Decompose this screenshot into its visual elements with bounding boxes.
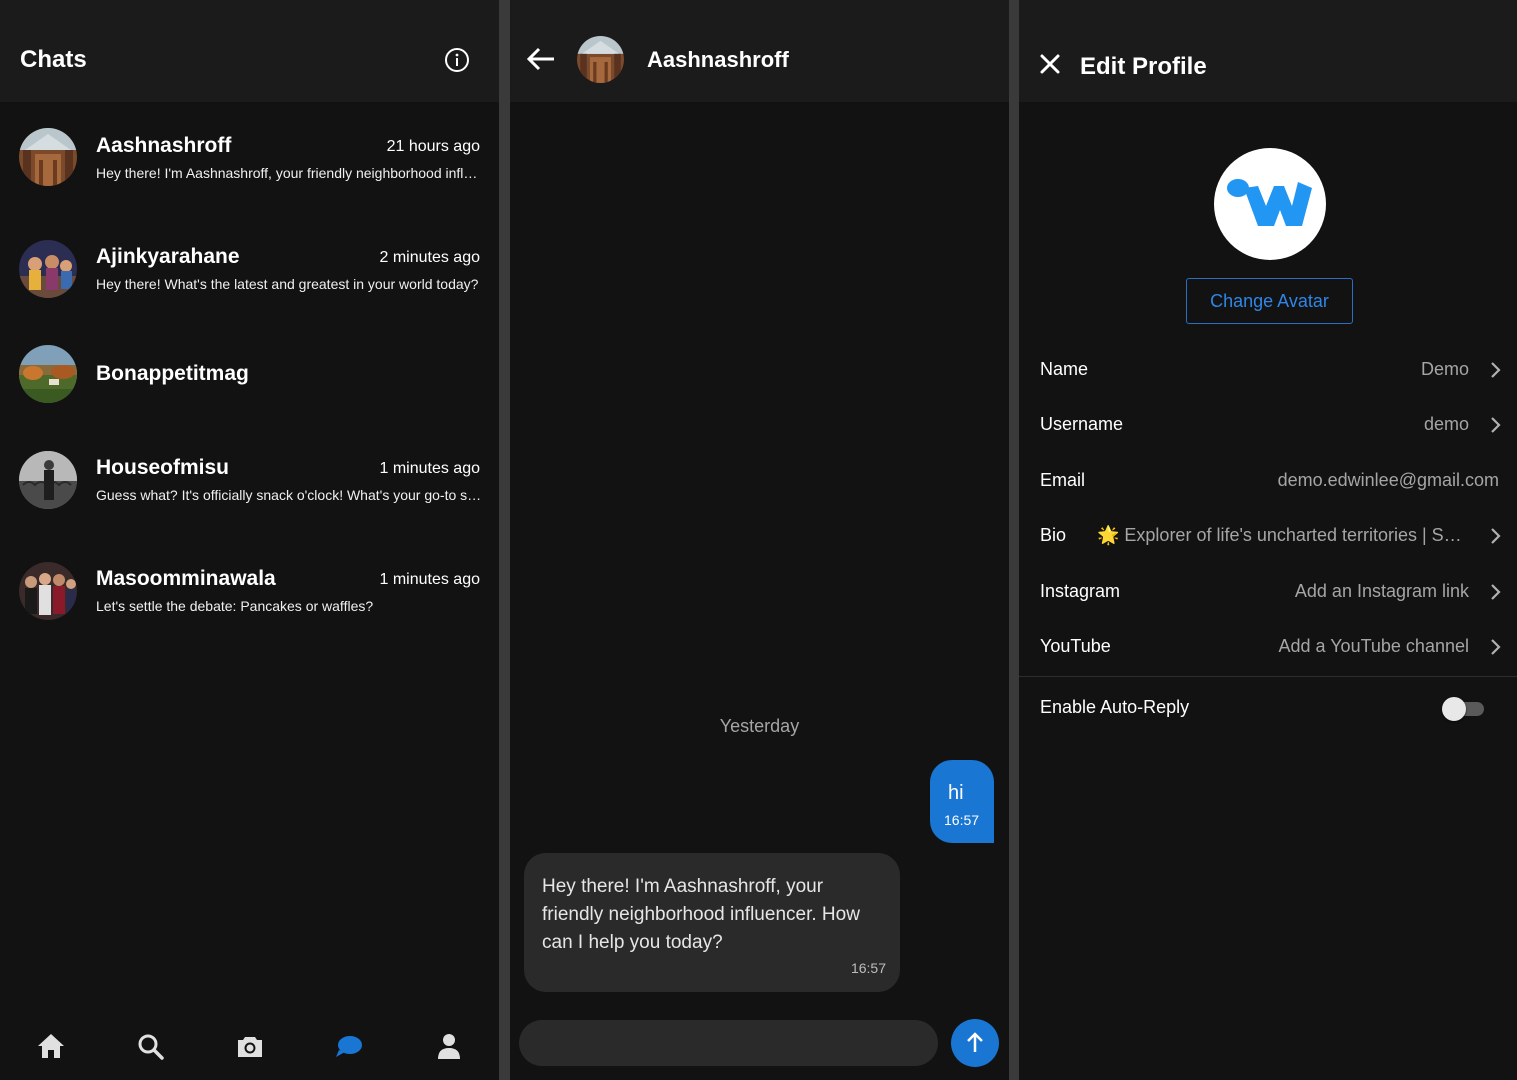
message-text: Hey there! I'm Aashnashroff, your friend… [542, 876, 860, 953]
chevron-right-icon [1491, 362, 1501, 378]
incoming-message: Hey there! I'm Aashnashroff, your friend… [524, 853, 900, 992]
profile-field-name[interactable]: Name Demo [1019, 343, 1517, 398]
field-label: Bio [1040, 525, 1067, 545]
avatar [19, 128, 77, 186]
field-value: Add an Instagram link [1294, 581, 1469, 601]
avatar [19, 345, 77, 403]
close-icon[interactable] [1039, 53, 1061, 75]
chevron-right-icon [1491, 417, 1501, 433]
field-value: demo [1423, 414, 1469, 434]
edit-profile-header: Edit Profile [1019, 0, 1517, 102]
chat-time: 1 minutes ago [379, 571, 480, 588]
divider [1019, 676, 1517, 677]
conversation-title: Aashnashroff [647, 47, 789, 72]
field-label: Username [1040, 414, 1124, 434]
chat-preview: Hey there! I'm Aashnashroff, your friend… [96, 165, 482, 181]
send-button[interactable] [951, 1019, 999, 1067]
field-label: Instagram [1040, 581, 1121, 601]
day-separator: Yesterday [719, 716, 800, 736]
chat-preview: Guess what? It's officially snack o'cloc… [96, 487, 482, 503]
outgoing-message: hi 16:57 [930, 760, 994, 843]
chats-header: Chats [0, 0, 499, 102]
chevron-right-icon [1491, 639, 1501, 655]
app-logo-icon [1227, 179, 1312, 226]
field-label: Name [1040, 359, 1089, 379]
avatar[interactable] [577, 36, 624, 83]
info-icon[interactable] [444, 47, 470, 73]
back-arrow-icon[interactable] [526, 45, 556, 73]
page-title: Chats [20, 46, 87, 73]
edit-profile-panel: Edit Profile Change Avatar Name Demo Use… [1019, 0, 1517, 1080]
chat-name: Masoomminawala [96, 567, 276, 590]
profile-field-email: Email demo.edwinlee@gmail.com [1019, 454, 1517, 509]
field-value: Demo [1420, 359, 1469, 379]
chevron-right-icon [1491, 584, 1501, 600]
profile-field-bio[interactable]: Bio 🌟 Explorer of life's uncharted terri… [1019, 509, 1517, 564]
avatar [19, 451, 77, 509]
conversation-header: Aashnashroff [510, 0, 1009, 102]
chat-list-item[interactable]: Aashnashroff 21 hours ago Hey there! I'm… [0, 108, 499, 208]
auto-reply-label: Enable Auto-Reply [1040, 697, 1190, 717]
chat-list-item[interactable]: Houseofmisu 1 minutes ago Guess what? It… [0, 430, 499, 530]
chat-name: Ajinkyarahane [96, 245, 240, 268]
field-value: demo.edwinlee@gmail.com [1277, 470, 1499, 490]
chat-list-item[interactable]: Masoomminawala 1 minutes ago Let's settl… [0, 541, 499, 641]
message-time: 16:57 [944, 812, 980, 828]
chat-list-item[interactable]: Bonappetitmag [0, 325, 499, 425]
page-title: Edit Profile [1080, 53, 1207, 80]
profile-icon[interactable] [433, 1030, 465, 1062]
chat-time: 2 minutes ago [379, 249, 480, 266]
field-label: Email [1040, 470, 1086, 490]
chat-preview: Hey there! What's the latest and greates… [96, 276, 479, 292]
avatar [19, 240, 77, 298]
chat-name: Houseofmisu [96, 456, 230, 479]
profile-avatar[interactable] [1214, 148, 1326, 260]
bottom-navigation [0, 1018, 499, 1080]
chat-preview: Let's settle the debate: Pancakes or waf… [96, 598, 374, 614]
change-avatar-button[interactable]: Change Avatar [1186, 278, 1353, 324]
chat-time: 21 hours ago [386, 138, 480, 155]
home-icon[interactable] [35, 1030, 67, 1062]
profile-field-youtube[interactable]: YouTube Add a YouTube channel [1019, 620, 1517, 675]
chats-panel: Chats Aashnashroff 21 hours ago Hey ther… [0, 0, 499, 1080]
chat-list-item[interactable]: Ajinkyarahane 2 minutes ago Hey there! W… [0, 219, 499, 319]
profile-field-instagram[interactable]: Instagram Add an Instagram link [1019, 565, 1517, 620]
avatar [19, 562, 77, 620]
chat-name: Bonappetitmag [96, 362, 249, 385]
chat-name: Aashnashroff [96, 134, 232, 157]
message-time: 16:57 [850, 960, 886, 976]
camera-icon[interactable] [234, 1030, 266, 1062]
message-text: hi [948, 782, 964, 804]
message-input[interactable] [519, 1020, 938, 1066]
profile-field-username[interactable]: Username demo [1019, 398, 1517, 453]
toggle-knob [1442, 697, 1466, 721]
arrow-up-icon [967, 1032, 983, 1052]
field-value: 🌟 Explorer of life's uncharted territori… [1097, 525, 1469, 545]
chat-time: 1 minutes ago [379, 460, 480, 477]
chevron-right-icon [1491, 528, 1501, 544]
field-value: Add a YouTube channel [1278, 636, 1469, 656]
search-icon[interactable] [134, 1030, 166, 1062]
chat-icon[interactable] [333, 1030, 365, 1062]
auto-reply-toggle[interactable] [1442, 697, 1486, 721]
conversation-panel: Aashnashroff Yesterday hi 16:57 Hey ther… [510, 0, 1009, 1080]
field-label: YouTube [1040, 636, 1111, 656]
